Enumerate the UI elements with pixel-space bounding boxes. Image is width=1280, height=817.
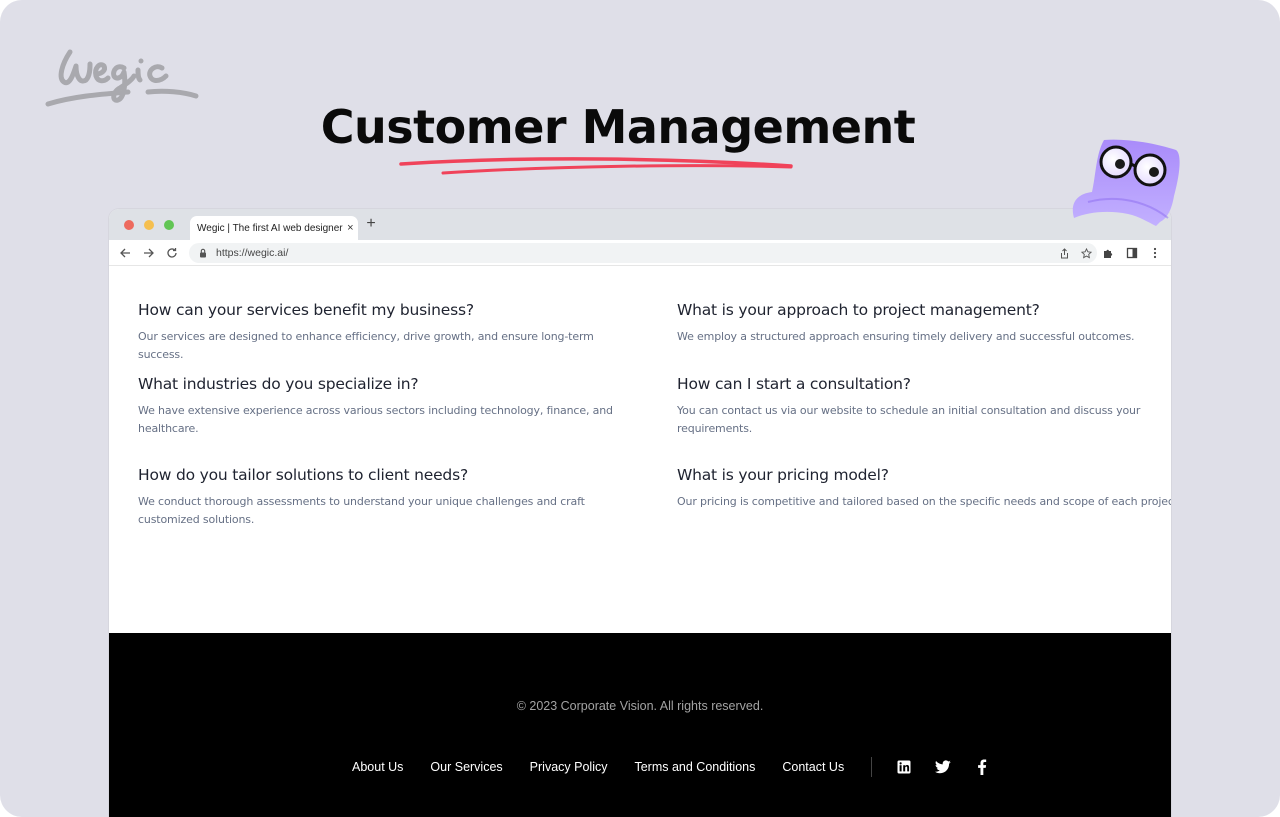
faq-question: What is your pricing model? — [677, 466, 889, 484]
bookmark-button[interactable] — [1075, 247, 1097, 259]
tab-close-icon[interactable]: × — [343, 222, 358, 234]
new-tab-button[interactable]: + — [364, 215, 378, 233]
faq-question: How can I start a consultation? — [677, 375, 911, 393]
url-text[interactable]: https://wegic.ai/ — [216, 247, 1053, 259]
arrow-left-icon — [120, 248, 130, 258]
footer-link-about-us[interactable]: About Us — [352, 760, 403, 774]
more-vertical-icon — [1153, 247, 1157, 259]
faq-question: How can your services benefit my busines… — [138, 301, 474, 319]
faq-item: How can I start a consultation? You can … — [677, 375, 1171, 437]
forward-button[interactable] — [140, 244, 158, 262]
faq-answer: We conduct thorough assessments to under… — [138, 495, 585, 526]
reload-button[interactable] — [163, 244, 181, 262]
linkedin-link[interactable] — [896, 759, 912, 775]
title-underline — [399, 157, 793, 175]
mascot-character — [1072, 139, 1180, 226]
faq-item: What is your approach to project managem… — [677, 301, 1171, 346]
site-footer: © 2023 Corporate Vision. All rights rese… — [109, 633, 1171, 817]
reload-icon — [167, 248, 177, 258]
twitter-icon — [935, 760, 951, 774]
footer-divider — [871, 757, 873, 777]
window-close-button[interactable] — [124, 220, 134, 230]
footer-link-privacy-policy[interactable]: Privacy Policy — [530, 760, 608, 774]
faq-answer: Our services are designed to enhance eff… — [138, 330, 594, 361]
facebook-link[interactable] — [974, 759, 990, 775]
page-title: Customer Management — [320, 100, 916, 154]
extensions-button[interactable] — [1099, 244, 1117, 262]
browser-tab[interactable]: Wegic | The first AI web designer × — [190, 216, 358, 240]
tab-title: Wegic | The first AI web designer — [197, 222, 343, 234]
browser-window: Wegic | The first AI web designer × + ht… — [109, 209, 1171, 817]
faq-answer: Our pricing is competitive and tailored … — [677, 495, 1171, 508]
window-maximize-button[interactable] — [164, 220, 174, 230]
linkedin-icon — [897, 760, 911, 774]
side-panel-button[interactable] — [1123, 244, 1141, 262]
star-icon — [1080, 247, 1092, 259]
menu-button[interactable] — [1146, 244, 1164, 262]
address-bar[interactable]: https://wegic.ai/ — [189, 243, 1097, 263]
faq-item: What industries do you specialize in? We… — [138, 375, 638, 437]
facebook-icon — [978, 759, 987, 775]
faq-item: How do you tailor solutions to client ne… — [138, 466, 638, 528]
faq-question: How do you tailor solutions to client ne… — [138, 466, 468, 484]
back-button[interactable] — [116, 244, 134, 262]
footer-link-terms[interactable]: Terms and Conditions — [634, 760, 755, 774]
copyright-text: © 2023 Corporate Vision. All rights rese… — [516, 699, 764, 713]
faq-answer: We employ a structured approach ensuring… — [677, 330, 1135, 343]
window-minimize-button[interactable] — [144, 220, 154, 230]
footer-link-contact-us[interactable]: Contact Us — [782, 760, 844, 774]
browser-toolbar: https://wegic.ai/ — [109, 240, 1171, 266]
side-panel-icon — [1126, 247, 1138, 259]
footer-nav: About Us Our Services Privacy Policy Ter… — [352, 757, 1013, 777]
share-button[interactable] — [1053, 247, 1075, 259]
faq-item: How can your services benefit my busines… — [138, 301, 638, 363]
footer-link-our-services[interactable]: Our Services — [430, 760, 502, 774]
share-icon — [1060, 247, 1068, 258]
arrow-right-icon — [144, 248, 154, 258]
faq-question: What industries do you specialize in? — [138, 375, 419, 393]
faq-item: What is your pricing model? Our pricing … — [677, 466, 1171, 511]
lock-icon — [200, 248, 206, 258]
faq-answer: You can contact us via our website to sc… — [677, 404, 1141, 435]
faq-answer: We have extensive experience across vari… — [138, 404, 613, 435]
faq-question: What is your approach to project managem… — [677, 301, 1040, 319]
puzzle-icon — [1104, 249, 1113, 258]
faq-section: How can your services benefit my busines… — [109, 267, 1171, 634]
twitter-link[interactable] — [935, 759, 951, 775]
showcase-canvas: Customer Management Wegic | The first AI… — [0, 0, 1280, 817]
browser-tab-bar: Wegic | The first AI web designer × + — [109, 209, 1171, 240]
